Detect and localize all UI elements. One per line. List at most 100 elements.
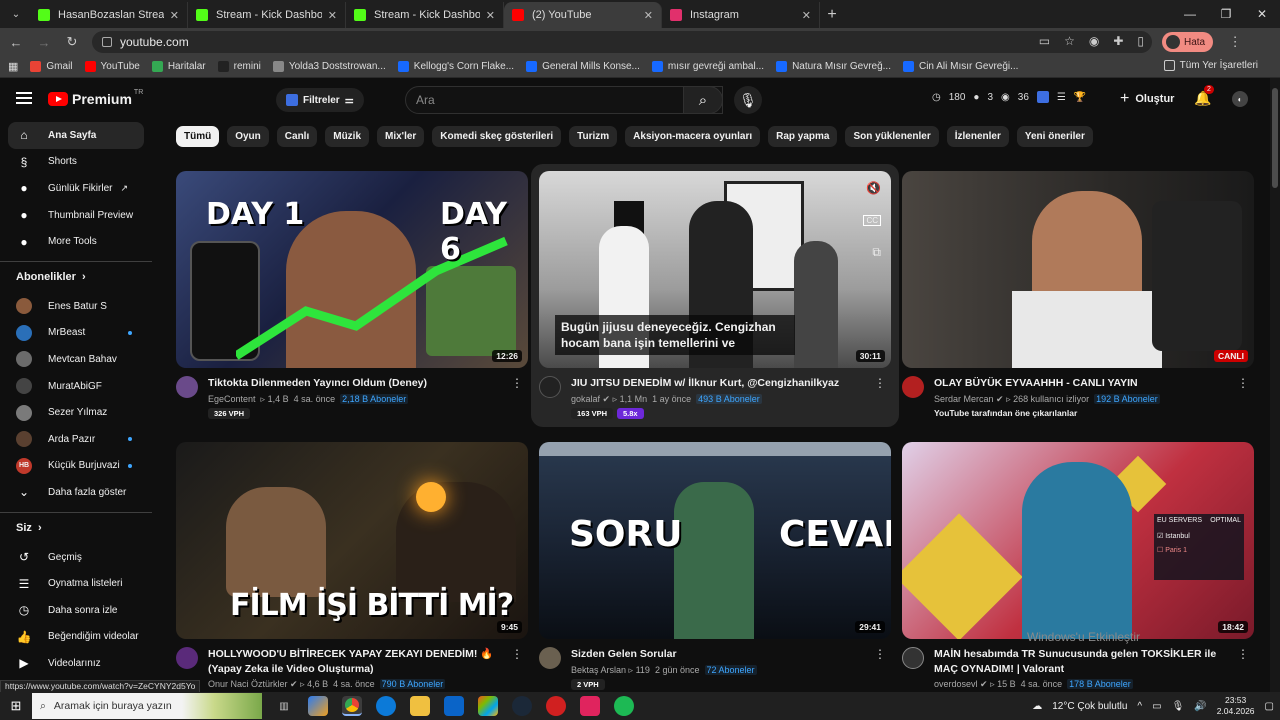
bookmark-item[interactable]: General Mills Konse... bbox=[526, 61, 640, 72]
video-thumbnail[interactable]: CANLI bbox=[902, 171, 1254, 368]
weather-text[interactable]: 12°C Çok bulutlu bbox=[1052, 701, 1127, 712]
sidebar-item[interactable]: 👍 Beğendiğim videolar bbox=[0, 624, 152, 651]
pip-icon[interactable]: ⧉ bbox=[872, 245, 881, 260]
video-card[interactable]: FİLM İŞİ BİTTİ Mİ? 9:45 HOLLYWOOD'U BİTİ… bbox=[176, 442, 528, 689]
video-title[interactable]: Sizden Gelen Sorular bbox=[571, 647, 871, 662]
filter-chip[interactable]: Komedi skeç gösterileri bbox=[432, 126, 562, 147]
file-explorer-icon[interactable] bbox=[410, 696, 430, 716]
profile-error-button[interactable]: Hata bbox=[1162, 32, 1214, 52]
video-title[interactable]: OLAY BÜYÜK EYVAAHHH - CANLI YAYIN bbox=[934, 376, 1234, 391]
browser-tab[interactable]: Instagram ✕ bbox=[662, 2, 820, 28]
sidebar-item[interactable]: ▶ Videolarınız bbox=[0, 650, 152, 677]
video-card[interactable]: CANLI OLAY BÜYÜK EYVAAHHH - CANLI YAYIN … bbox=[902, 171, 1254, 418]
apps-grid-icon[interactable]: ▦ bbox=[8, 60, 18, 73]
notifications-button[interactable]: 🔔 2 bbox=[1194, 85, 1214, 107]
filter-chip[interactable]: Oyun bbox=[227, 126, 269, 147]
filters-button[interactable]: Filtreler ⚌ bbox=[276, 88, 364, 112]
sidebar-item[interactable]: ☰ Oynatma listeleri bbox=[0, 570, 152, 597]
more-options-icon[interactable]: ⋮ bbox=[874, 376, 886, 390]
video-thumbnail[interactable]: EU SERVERS OPTIMAL ☑ Istanbul ☐ Paris 1 1… bbox=[902, 442, 1254, 639]
more-options-icon[interactable]: ⋮ bbox=[511, 647, 523, 661]
filter-chip[interactable]: Son yüklenenler bbox=[845, 126, 939, 147]
mute-icon[interactable]: 🔇 bbox=[866, 181, 881, 195]
sidebar-item[interactable]: ● More Tools bbox=[0, 228, 152, 255]
app-red-icon[interactable] bbox=[546, 696, 566, 716]
hamburger-menu-icon[interactable] bbox=[16, 92, 32, 104]
subscription-item[interactable]: Mevtcan Bahav bbox=[0, 346, 152, 373]
more-options-icon[interactable]: ⋮ bbox=[1237, 376, 1249, 390]
video-card[interactable]: EU SERVERS OPTIMAL ☑ Istanbul ☐ Paris 1 1… bbox=[902, 442, 1254, 689]
bookmark-item[interactable]: Yolda3 Doststrowan... bbox=[272, 61, 386, 72]
show-more-button[interactable]: ⌄ Daha fazla göster bbox=[0, 479, 152, 506]
sidebar-panel-icon[interactable]: ▯ bbox=[1137, 34, 1144, 48]
subscriptions-heading[interactable]: Abonelikler › bbox=[0, 260, 152, 293]
search-input[interactable]: Ara bbox=[405, 86, 723, 114]
sidebar-item[interactable]: ↺ Geçmiş bbox=[0, 544, 152, 571]
video-card[interactable]: DAY 1 DAY 6 12:26 Tiktokta Dilenmeden Ya… bbox=[176, 171, 528, 419]
app-pink-icon[interactable] bbox=[580, 696, 600, 716]
channel-name[interactable]: Bektaş Arslan bbox=[571, 665, 626, 675]
taskbar-search[interactable]: ⌕ Aramak için buraya yazın bbox=[32, 693, 262, 719]
channel-avatar[interactable] bbox=[176, 647, 198, 669]
steam-icon[interactable] bbox=[512, 696, 532, 716]
edge-icon[interactable] bbox=[376, 696, 396, 716]
channel-name[interactable]: Serdar Mercan bbox=[934, 394, 994, 404]
sidebar-item[interactable]: ⌂ Ana Sayfa bbox=[8, 122, 144, 149]
weather-icon[interactable]: ☁ bbox=[1032, 701, 1042, 712]
windows-start-icon[interactable]: ⊞ bbox=[0, 698, 32, 714]
more-options-icon[interactable]: ⋮ bbox=[1237, 647, 1249, 661]
sidebar-item[interactable]: ◷ Daha sonra izle bbox=[0, 597, 152, 624]
close-tab-icon[interactable]: ✕ bbox=[486, 9, 495, 22]
browser-tab[interactable]: HasanBozaslan Stream - Watch ✕ bbox=[30, 2, 188, 28]
filter-chip[interactable]: Aksiyon-macera oyunları bbox=[625, 126, 761, 147]
video-card[interactable]: SORU CEVAP 29:41 Sizden Gelen Sorular Be… bbox=[539, 442, 891, 690]
scrollbar-thumb[interactable] bbox=[1272, 88, 1278, 188]
close-tab-icon[interactable]: ✕ bbox=[328, 9, 337, 22]
video-thumbnail[interactable]: FİLM İŞİ BİTTİ Mİ? 9:45 bbox=[176, 442, 528, 639]
you-heading[interactable]: Siz › bbox=[0, 511, 152, 544]
notification-center-icon[interactable]: ▢ bbox=[1265, 701, 1274, 712]
channel-avatar[interactable] bbox=[539, 376, 561, 398]
chrome-icon[interactable] bbox=[342, 696, 362, 716]
video-title[interactable]: MAİN hesabımda TR Sunucusunda gelen TOKS… bbox=[934, 647, 1234, 677]
cc-icon[interactable]: CC bbox=[863, 215, 881, 226]
video-card[interactable]: Bugün jijusu deneyeceğiz. Cengizhan hoca… bbox=[539, 171, 891, 419]
filter-chip[interactable]: Turizm bbox=[569, 126, 618, 147]
mic-tray-icon[interactable]: 🎙 bbox=[1172, 701, 1185, 712]
voice-search-button[interactable]: 🎙 bbox=[734, 86, 762, 114]
task-view-icon[interactable]: ▥ bbox=[274, 696, 294, 716]
forward-icon[interactable]: → bbox=[32, 35, 56, 50]
restore-icon[interactable]: ❐ bbox=[1208, 0, 1244, 28]
filter-chip[interactable]: Yeni öneriler bbox=[1016, 126, 1093, 147]
reload-icon[interactable]: ↻ bbox=[60, 34, 84, 50]
filter-chip[interactable]: Mix'ler bbox=[377, 126, 425, 147]
account-avatar[interactable]: ◐ bbox=[1232, 91, 1248, 107]
browser-tab[interactable]: Stream - Kick Dashboard ✕ bbox=[188, 2, 346, 28]
filter-chip[interactable]: Rap yapma bbox=[768, 126, 838, 147]
bookmark-item[interactable]: Haritalar bbox=[151, 61, 206, 72]
create-button[interactable]: + Oluştur bbox=[1120, 90, 1174, 108]
channel-name[interactable]: gokalaf bbox=[571, 394, 600, 404]
filter-chip[interactable]: Canlı bbox=[276, 126, 318, 147]
channel-avatar[interactable] bbox=[902, 647, 924, 669]
subscription-item[interactable]: MrBeast bbox=[0, 320, 152, 347]
back-icon[interactable]: ← bbox=[4, 35, 28, 50]
puzzle-icon[interactable]: ✚ bbox=[1113, 34, 1123, 48]
bookmark-item[interactable]: Cin Ali Mısır Gevreği... bbox=[902, 61, 1018, 72]
sidebar-item[interactable]: ● Günlük Fikirler ↗ bbox=[0, 175, 152, 202]
bookmark-star-icon[interactable]: ☆ bbox=[1064, 34, 1075, 48]
video-title[interactable]: JIU JITSU DENEDİM w/ İlknur Kurt, @Cengi… bbox=[571, 376, 871, 391]
channel-name[interactable]: overdosevl bbox=[934, 679, 978, 689]
search-button[interactable]: ⌕ bbox=[683, 86, 723, 114]
new-tab-button[interactable]: + bbox=[820, 6, 844, 24]
menu-kebab-icon[interactable]: ⋮ bbox=[1223, 34, 1247, 50]
browser-tab[interactable]: Stream - Kick Dashboard ✕ bbox=[346, 2, 504, 28]
page-scrollbar[interactable] bbox=[1270, 78, 1280, 692]
video-title[interactable]: HOLLYWOOD'U BİTİRECEK YAPAY ZEKAYI DENED… bbox=[208, 647, 508, 677]
subscription-item[interactable]: Sezer Yılmaz bbox=[0, 399, 152, 426]
network-icon[interactable]: ▭ bbox=[1152, 701, 1161, 712]
youtube-logo[interactable]: Premium TR bbox=[48, 89, 143, 107]
bookmark-item[interactable]: YouTube bbox=[84, 61, 140, 72]
close-tab-icon[interactable]: ✕ bbox=[802, 9, 811, 22]
more-options-icon[interactable]: ⋮ bbox=[874, 647, 886, 661]
